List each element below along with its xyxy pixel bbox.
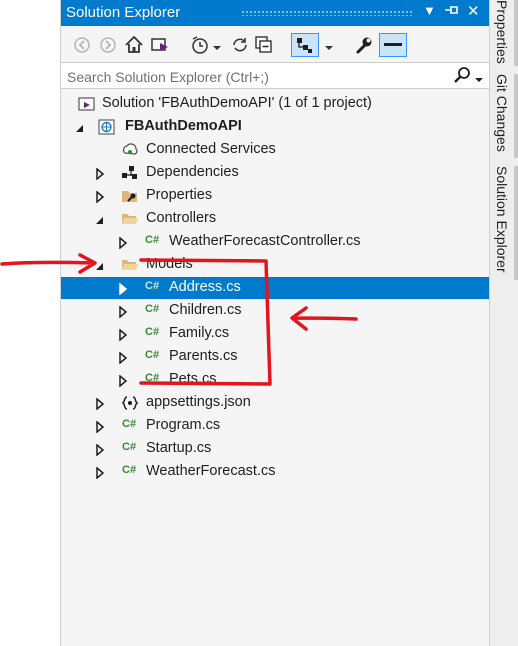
csharp-file-icon: C#	[145, 280, 160, 292]
tree-item-label: FBAuthDemoAPI	[125, 118, 242, 134]
tree-item-address[interactable]: C# Address.cs	[61, 277, 489, 299]
tree-item-parents[interactable]: C# Parents.cs	[61, 346, 489, 368]
csharp-file-icon: C#	[145, 372, 160, 384]
collapsed-arrow-icon[interactable]	[94, 397, 106, 411]
tree-item-label: WeatherForecastController.cs	[169, 233, 361, 249]
tab-indicator	[514, 74, 518, 158]
tree-item-family[interactable]: C# Family.cs	[61, 323, 489, 345]
tree-item-weatherforecastcontroller[interactable]: C# WeatherForecastController.cs	[61, 231, 489, 253]
search-options-dropdown-icon[interactable]	[474, 71, 484, 89]
show-all-dropdown-icon[interactable]	[323, 40, 335, 62]
solution-icon	[78, 96, 96, 112]
collapse-all-icon[interactable]	[253, 34, 275, 56]
tree-item-label: WeatherForecast.cs	[146, 463, 276, 479]
tab-properties[interactable]: Properties	[494, 0, 510, 64]
tree-item-appsettings[interactable]: appsettings.json	[61, 392, 489, 414]
tree-item-label: Properties	[146, 187, 213, 203]
collapsed-arrow-icon[interactable]	[117, 236, 129, 250]
tree-item-label: Pets.cs	[169, 371, 217, 387]
csharp-file-icon: C#	[122, 441, 137, 453]
web-project-icon	[98, 119, 116, 135]
connected-services-icon	[121, 142, 139, 158]
tree-item-solution[interactable]: Solution 'FBAuthDemoAPI' (1 of 1 project…	[61, 93, 489, 115]
switch-views-icon[interactable]	[149, 34, 171, 56]
properties-wrench-tool-icon[interactable]	[353, 34, 375, 56]
left-gutter	[0, 0, 60, 646]
csharp-file-icon: C#	[145, 303, 160, 315]
close-icon[interactable]: ✕	[467, 2, 480, 20]
tree-item-label: appsettings.json	[146, 394, 251, 410]
search-input[interactable]	[65, 66, 439, 87]
search-box[interactable]	[61, 62, 489, 89]
tree-item-pets[interactable]: C# Pets.cs	[61, 369, 489, 391]
tab-indicator	[514, 166, 518, 280]
collapsed-arrow-icon[interactable]	[94, 466, 106, 480]
csharp-file-icon: C#	[145, 349, 160, 361]
tab-solution-explorer[interactable]: Solution Explorer	[494, 166, 510, 273]
tree-item-dependencies[interactable]: Dependencies	[61, 162, 489, 184]
tree-item-label: Solution 'FBAuthDemoAPI' (1 of 1 project…	[102, 95, 372, 111]
preview-selected-items-icon[interactable]	[379, 33, 407, 57]
dependencies-icon	[121, 165, 139, 181]
tree-item-startup[interactable]: C# Startup.cs	[61, 438, 489, 460]
tree-item-label: Parents.cs	[169, 348, 238, 364]
tree-item-controllers-folder[interactable]: Controllers	[61, 208, 489, 230]
toolbar	[61, 26, 489, 62]
tree-item-label: Controllers	[146, 210, 217, 226]
panel-titlebar[interactable]: Solution Explorer ▼ ✕	[61, 0, 489, 26]
tree-item-label: Family.cs	[169, 325, 230, 341]
tree-item-label: Address.cs	[169, 279, 241, 295]
expanded-arrow-icon[interactable]	[74, 121, 86, 133]
tree-item-label: Startup.cs	[146, 440, 212, 456]
forward-icon[interactable]	[97, 34, 119, 56]
tree-item-children[interactable]: C# Children.cs	[61, 300, 489, 322]
tree-item-label: Dependencies	[146, 164, 239, 180]
tree-item-label: Children.cs	[169, 302, 242, 318]
csharp-file-icon: C#	[122, 418, 137, 430]
tree-item-label: Program.cs	[146, 417, 221, 433]
collapsed-arrow-icon[interactable]	[117, 305, 129, 319]
csharp-file-icon: C#	[145, 326, 160, 338]
tree-item-models-folder[interactable]: Models	[61, 254, 489, 276]
drag-grip[interactable]	[241, 10, 413, 16]
expanded-arrow-icon[interactable]	[94, 259, 106, 271]
tree-item-label: Models	[146, 256, 193, 272]
collapsed-arrow-icon[interactable]	[94, 420, 106, 434]
tree-item-weatherforecast[interactable]: C# WeatherForecast.cs	[61, 461, 489, 483]
folder-open-icon	[121, 257, 139, 273]
solution-explorer-panel: Solution Explorer ▼ ✕ Search Solution Ex…	[60, 0, 490, 646]
csharp-file-icon: C#	[145, 234, 160, 246]
tree-item-properties[interactable]: Properties	[61, 185, 489, 207]
tree-item-project[interactable]: FBAuthDemoAPI	[61, 116, 489, 138]
properties-wrench-icon	[121, 188, 139, 204]
show-all-files-icon[interactable]	[291, 33, 319, 57]
sync-active-document-icon[interactable]	[229, 34, 251, 56]
collapsed-arrow-icon[interactable]	[117, 328, 129, 342]
panel-title: Solution Explorer	[66, 4, 181, 21]
collapsed-arrow-icon[interactable]	[94, 167, 106, 181]
collapsed-arrow-icon[interactable]	[117, 282, 129, 296]
collapsed-arrow-icon[interactable]	[117, 374, 129, 388]
expanded-arrow-icon[interactable]	[94, 213, 106, 225]
back-icon[interactable]	[71, 34, 93, 56]
tree-item-program[interactable]: C# Program.cs	[61, 415, 489, 437]
folder-open-icon	[121, 211, 139, 227]
side-tab-strip: Properties Git Changes Solution Explorer	[489, 0, 518, 646]
collapsed-arrow-icon[interactable]	[94, 443, 106, 457]
tab-git-changes[interactable]: Git Changes	[494, 74, 510, 152]
tree-item-label: Connected Services	[146, 141, 276, 157]
search-icon[interactable]	[453, 66, 471, 89]
collapsed-arrow-icon[interactable]	[117, 351, 129, 365]
collapsed-arrow-icon[interactable]	[94, 190, 106, 204]
home-icon[interactable]	[123, 34, 145, 56]
csharp-file-icon: C#	[122, 464, 137, 476]
pending-changes-filter-icon[interactable]	[189, 34, 211, 56]
tree-item-connected-services[interactable]: Connected Services	[61, 139, 489, 161]
pin-icon[interactable]	[444, 3, 460, 20]
tab-indicator	[514, 0, 518, 66]
filter-dropdown-icon[interactable]	[211, 40, 223, 62]
window-position-dropdown-icon[interactable]: ▼	[423, 3, 436, 18]
json-settings-icon	[121, 395, 139, 411]
